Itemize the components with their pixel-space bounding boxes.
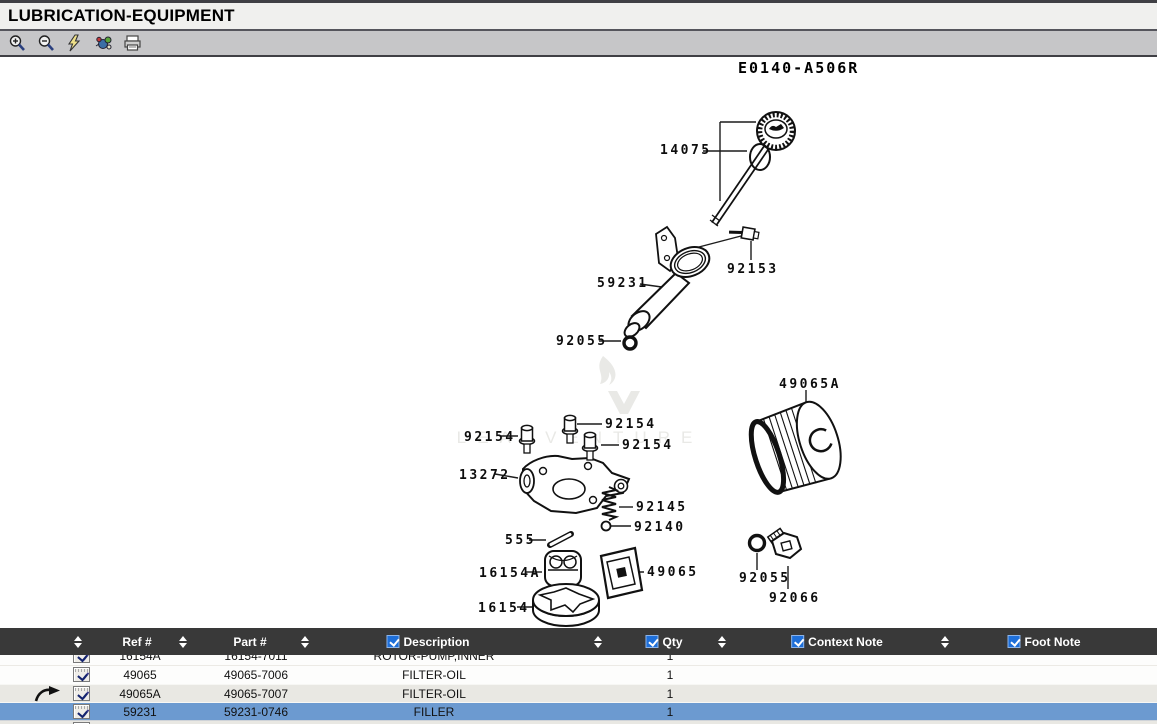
callout-555[interactable]: 555 (505, 533, 536, 548)
qty-cell: 1 (667, 655, 674, 665)
table-row-16154A[interactable]: 16154A 16154-7011 ROTOR-PUMP,INNER 1 (0, 655, 1157, 666)
zoom-in-icon[interactable] (7, 34, 27, 52)
desc-cell: FILLER (414, 703, 455, 721)
column-header-part[interactable]: Part # (233, 628, 266, 655)
table-row-59231-selected[interactable]: 59231 59231-0746 FILLER 1 (0, 702, 1157, 720)
ref-cell: 49065A (119, 685, 160, 703)
zoom-out-icon[interactable] (36, 34, 56, 52)
part-cell: 16154-7011 (224, 655, 287, 665)
part-16154A-rotor-inner (545, 551, 581, 586)
column-header-context-note[interactable]: Context Note (791, 628, 883, 655)
part-92055-oring-right (750, 536, 765, 551)
qty-cell: 1 (667, 685, 674, 703)
title-bar: LUBRICATION-EQUIPMENT (0, 0, 1157, 31)
table-row-49065A[interactable]: 49065A 49065-7007 FILTER-OIL 1 (0, 684, 1157, 702)
ref-cell: 16154A (119, 655, 160, 665)
table-header: Ref # Part # Description Qty Context Not… (0, 628, 1157, 655)
toolbar (0, 31, 1157, 57)
sort-control-6[interactable] (941, 628, 949, 655)
qty-checkbox[interactable] (645, 635, 658, 648)
callout-49065[interactable]: 49065 (647, 565, 699, 580)
desc-cell: FILTER-OIL (402, 685, 466, 703)
context-note-checkbox[interactable] (791, 635, 804, 648)
callout-49065A[interactable]: 49065A (779, 377, 841, 392)
qty-cell: 1 (667, 703, 674, 721)
ref-cell: 59231 (123, 703, 156, 721)
part-49065-filter-plate (601, 548, 642, 598)
desc-cell: FILTER-OIL (402, 666, 466, 684)
diagram-code: E0140-A506R (738, 59, 859, 77)
sort-control-3[interactable] (301, 628, 309, 655)
callout-92145[interactable]: 92145 (636, 500, 688, 515)
column-header-foot-note[interactable]: Foot Note (1008, 628, 1081, 655)
callout-92066[interactable]: 92066 (769, 591, 821, 606)
description-checkbox[interactable] (386, 635, 399, 648)
sort-control-5[interactable] (718, 628, 726, 655)
part-92055-oring-left (624, 337, 636, 349)
parts-diagram: LEADVENTURE (0, 57, 1157, 628)
page-title: LUBRICATION-EQUIPMENT (8, 6, 235, 26)
current-part-arrow-icon (33, 686, 61, 702)
qty-cell: 1 (667, 666, 674, 684)
part-16154-rotor (533, 584, 599, 626)
callout-59231[interactable]: 59231 (597, 276, 649, 291)
callout-16154A[interactable]: 16154A (479, 566, 541, 581)
flash-icon[interactable] (65, 34, 85, 52)
table-row-partial[interactable] (0, 720, 1157, 724)
print-icon[interactable] (123, 34, 143, 52)
sort-control-4[interactable] (594, 628, 602, 655)
select-part-icon[interactable] (73, 686, 90, 701)
callout-14075[interactable]: 14075 (660, 143, 712, 158)
callout-92154b[interactable]: 92154 (464, 430, 516, 445)
part-92140-washer (602, 522, 611, 531)
column-header-ref[interactable]: Ref # (122, 628, 151, 655)
table-row-49065[interactable]: 49065 49065-7006 FILTER-OIL 1 (0, 666, 1157, 684)
foot-note-checkbox[interactable] (1008, 635, 1021, 648)
column-header-description[interactable]: Description (386, 628, 469, 655)
sort-control-2[interactable] (179, 628, 187, 655)
desc-cell: ROTOR-PUMP,INNER (374, 655, 495, 665)
part-92066-plug (768, 528, 801, 558)
part-14075-dipstick (710, 112, 795, 226)
hotspot-icon[interactable] (94, 34, 114, 52)
select-part-icon[interactable] (73, 667, 90, 682)
callout-13272[interactable]: 13272 (459, 468, 511, 483)
part-555-pin (550, 534, 571, 545)
callout-92055a[interactable]: 92055 (556, 334, 608, 349)
part-cell: 49065-7007 (224, 685, 288, 703)
callout-92154a[interactable]: 92154 (605, 417, 657, 432)
sort-control-1[interactable] (74, 628, 82, 655)
select-part-icon[interactable] (73, 655, 90, 663)
ref-cell: 49065 (123, 666, 156, 684)
column-header-qty[interactable]: Qty (645, 628, 682, 655)
callout-92154c[interactable]: 92154 (622, 438, 674, 453)
callout-16154[interactable]: 16154 (478, 601, 530, 616)
part-49065A-oil-filter (744, 396, 850, 498)
select-part-icon[interactable] (73, 704, 90, 719)
callout-92153[interactable]: 92153 (727, 262, 779, 277)
callout-92140[interactable]: 92140 (634, 520, 686, 535)
part-cell: 49065-7006 (224, 666, 288, 684)
callout-92055b[interactable]: 92055 (739, 571, 791, 586)
part-cell: 59231-0746 (224, 703, 288, 721)
